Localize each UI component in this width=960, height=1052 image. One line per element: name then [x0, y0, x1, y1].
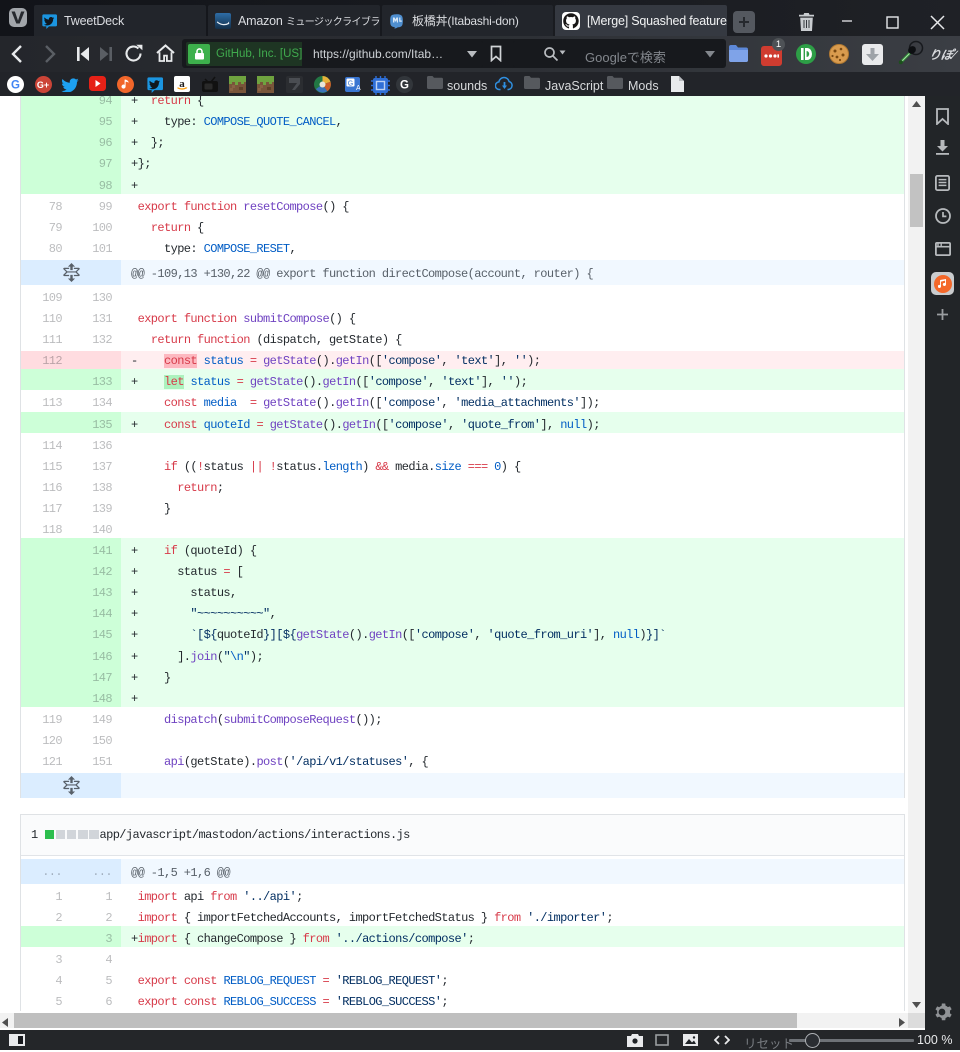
svg-text:G+: G+	[37, 80, 49, 90]
svg-text:G: G	[348, 81, 353, 88]
svg-text:G: G	[11, 80, 20, 92]
svg-text:A: A	[356, 85, 361, 92]
svg-text:G: G	[400, 80, 409, 92]
